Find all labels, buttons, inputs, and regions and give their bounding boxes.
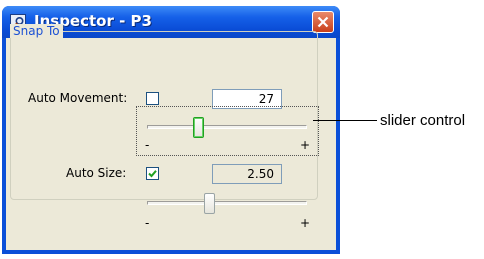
auto-movement-slider-track[interactable]	[147, 125, 307, 129]
auto-size-slider-track[interactable]	[147, 201, 307, 205]
auto-size-label: Auto Size:	[66, 166, 127, 180]
auto-movement-slider-max-label: +	[300, 138, 311, 152]
snap-to-group-title: Snap To	[10, 24, 63, 38]
auto-size-slider-min-label: -	[145, 216, 150, 230]
close-button[interactable]	[312, 11, 334, 33]
auto-movement-slider-thumb[interactable]	[193, 117, 205, 138]
auto-size-slider-thumb[interactable]	[203, 193, 215, 214]
auto-movement-checkbox[interactable]	[146, 92, 159, 105]
auto-size-checkbox[interactable]	[146, 167, 159, 180]
auto-movement-slider-min-label: -	[145, 138, 150, 152]
auto-movement-label: Auto Movement:	[28, 91, 128, 105]
auto-size-value-field[interactable]: 2.50	[212, 164, 282, 184]
auto-size-slider-max-label: +	[300, 216, 311, 230]
slider-control-callout: slider control	[380, 112, 466, 129]
callout-line	[313, 120, 377, 121]
auto-movement-slider-focus	[136, 106, 319, 156]
close-icon	[317, 16, 329, 28]
checkmark-icon	[148, 170, 157, 178]
